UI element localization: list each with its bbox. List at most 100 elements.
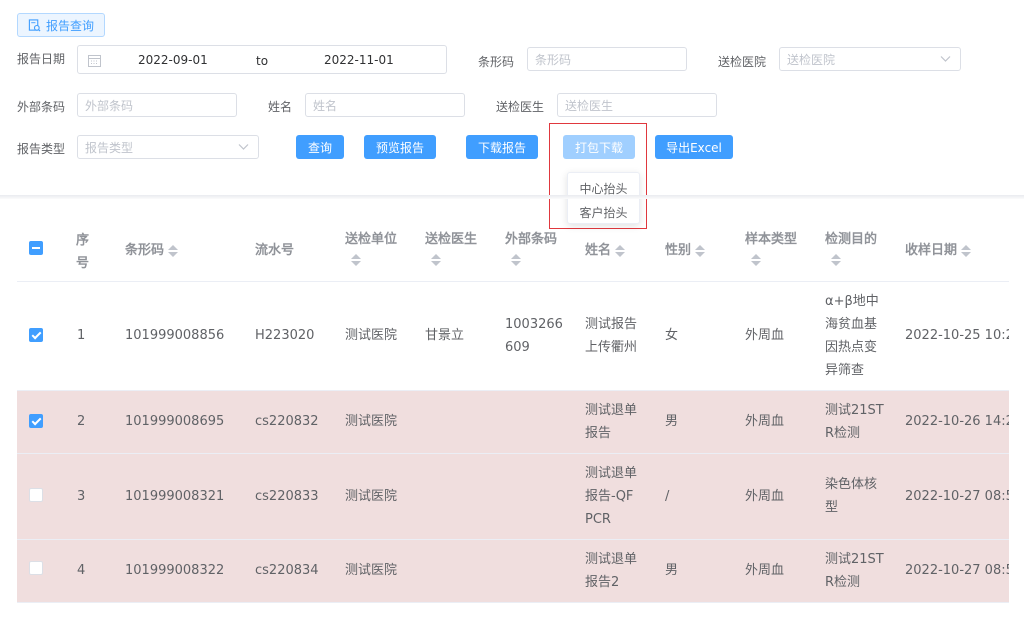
cell-unit: 测试医院 [345,414,398,429]
doctor-input[interactable]: 送检医生 [557,93,717,117]
cell-purpose: 测试21ST R检测 [825,548,884,594]
cell-line: 报告-QF [585,489,634,504]
cell-index: 3 [77,489,86,504]
cell-ext-barcode: 1003266 609 [505,313,563,359]
sort-icon[interactable] [511,253,521,267]
table-row[interactable]: 2 101999008695 cs220832 测试医院 测试退单 报告 男 外… [17,391,1009,454]
col-doctor[interactable]: 送检医生 [425,228,477,267]
cell-line: α+β地中 [825,294,879,309]
table-header: 序 号 条形码 流水号 送检单位 送检医生 外部条码 姓名 性别 样本类型 检测… [17,199,1009,282]
hospital-placeholder: 送检医院 [787,52,836,67]
sort-icon[interactable] [168,244,179,258]
chevron-down-icon [940,56,951,62]
table-row[interactable]: 1 101999008856 H223020 测试医院 甘景立 1003266 … [17,282,1009,391]
sort-icon[interactable] [615,244,626,258]
cell-received: 2022-10-27 08:54 [905,563,1009,578]
date-from-input[interactable]: 2022-09-01 [138,53,208,67]
cell-purpose: 染色体核 型 [825,473,877,519]
cell-received: 2022-10-25 10:20 [905,328,1009,343]
cell-barcode: 101999008695 [125,414,225,429]
sort-icon[interactable] [751,253,761,267]
col-received[interactable]: 收样日期 [905,239,972,262]
cell-gender: 男 [665,414,679,429]
sort-icon[interactable] [351,253,361,267]
col-index-line1: 序 [76,233,90,248]
row-checkbox[interactable] [29,328,43,342]
cell-sample-type: 外周血 [745,563,785,578]
name-input[interactable]: 姓名 [305,93,465,117]
cell-line: 测试报告 [585,317,638,332]
cell-line: 因热点变 [825,340,878,355]
row-checkbox[interactable] [29,488,43,502]
cell-unit: 测试医院 [345,489,398,504]
sort-icon[interactable] [831,253,841,267]
select-all-checkbox[interactable] [29,241,43,255]
col-serial: 流水号 [255,243,295,258]
export-excel-button[interactable]: 导出Excel [655,135,733,159]
preview-report-button[interactable]: 预览报告 [364,135,436,159]
row-checkbox[interactable] [29,414,43,428]
download-report-button[interactable]: 下载报告 [466,135,538,159]
report-type-label: 报告类型 [17,142,66,156]
ext-barcode-placeholder: 外部条码 [85,98,134,113]
cell-line: 染色体核 [825,477,878,492]
col-name[interactable]: 姓名 [585,239,626,262]
tab-label: 报告查询 [46,18,95,33]
col-gender[interactable]: 性别 [665,239,706,262]
cell-name: 测试退单 报告-QF PCR [585,462,637,531]
cell-sample-type: 外周血 [745,414,785,429]
hospital-select[interactable]: 送检医院 [779,47,961,71]
col-purpose[interactable]: 检测目的 [825,228,877,267]
row-checkbox[interactable] [29,561,43,575]
cell-line: 测试退单 [585,403,638,418]
date-range-picker[interactable]: 2022-09-01 to 2022-11-01 [77,45,447,74]
cell-name: 测试报告 上传衢州 [585,313,637,359]
cell-line: 测试21ST [825,403,884,418]
barcode-label: 条形码 [478,55,515,69]
cell-gender: / [665,489,670,504]
query-button[interactable]: 查询 [296,135,344,159]
cell-line: 上传衢州 [585,340,638,355]
cell-line: R检测 [825,575,861,590]
tab-report-query[interactable]: 报告查询 [17,13,106,37]
ext-barcode-input[interactable]: 外部条码 [77,93,237,117]
date-separator: to [256,54,269,68]
ext-barcode-label: 外部条码 [17,100,66,114]
cell-barcode: 101999008322 [125,563,225,578]
sort-icon[interactable] [961,244,972,258]
report-type-select[interactable]: 报告类型 [77,135,259,159]
table-row[interactable]: 4 101999008322 cs220834 测试医院 测试退单 报告2 男 … [17,540,1009,603]
sort-icon[interactable] [695,244,706,258]
doctor-placeholder: 送检医生 [565,98,614,113]
col-unit[interactable]: 送检单位 [345,228,397,267]
table-row[interactable]: 3 101999008321 cs220833 测试医院 测试退单 报告-QF … [17,454,1009,540]
cell-index: 1 [77,328,86,343]
cell-line: 测试退单 [585,466,638,481]
name-label: 姓名 [268,100,293,114]
col-index-line2: 号 [76,256,90,271]
cell-line: 型 [825,500,839,515]
cell-serial: cs220834 [255,563,319,578]
name-placeholder: 姓名 [313,98,338,113]
date-to-input[interactable]: 2022-11-01 [324,53,394,67]
cell-name: 测试退单 报告 [585,399,637,445]
cell-purpose: α+β地中 海贫血基 因热点变 异筛查 [825,290,879,382]
cell-line: 测试21ST [825,552,884,567]
cell-line: 1003266 [505,317,563,332]
cell-line: 报告2 [585,575,620,590]
col-ext-barcode[interactable]: 外部条码 [505,228,557,267]
col-index: 序 号 [76,229,89,275]
cell-line: R检测 [825,426,861,441]
barcode-input[interactable]: 条形码 [527,47,687,71]
cell-received: 2022-10-26 14:24 [905,414,1009,429]
col-barcode[interactable]: 条形码 [125,239,179,262]
sort-icon[interactable] [431,253,441,267]
cell-doctor: 甘景立 [425,328,465,343]
cell-serial: cs220832 [255,414,319,429]
cell-unit: 测试医院 [345,328,398,343]
doctor-label: 送检医生 [496,100,545,114]
col-sample-type[interactable]: 样本类型 [745,228,797,267]
cell-name: 测试退单 报告2 [585,548,637,594]
cell-line: 海贫血基 [825,317,878,332]
hospital-label: 送检医院 [718,55,767,69]
